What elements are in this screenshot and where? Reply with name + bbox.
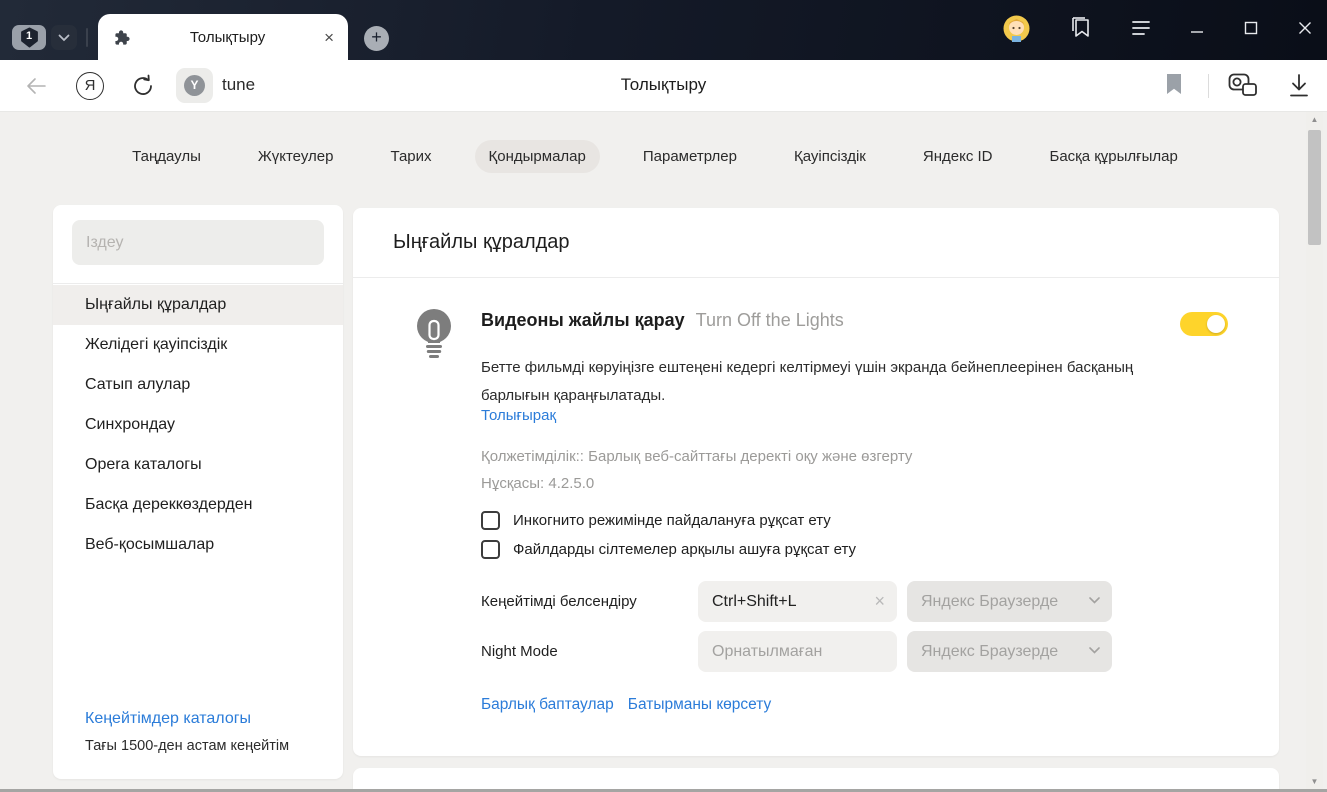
profile-avatar[interactable] xyxy=(1003,15,1030,42)
puzzle-icon xyxy=(114,29,131,46)
page-title: Толықтыру xyxy=(0,75,1327,95)
titlebar-divider xyxy=(86,28,88,47)
checkbox-label: Инкогнито режимінде пайдалануға рұқсат е… xyxy=(513,512,831,529)
shortcut-value: Ctrl+Shift+L xyxy=(712,593,796,610)
tab-list-dropdown-button[interactable] xyxy=(51,25,77,50)
nav-item-addons[interactable]: Қондырмалар xyxy=(475,140,600,173)
menu-icon[interactable] xyxy=(1131,20,1151,36)
tab-close-icon[interactable]: × xyxy=(324,29,334,46)
search-input[interactable] xyxy=(72,220,324,265)
sidebar-item-opera-catalog[interactable]: Opera каталогы xyxy=(53,445,343,485)
extension-name: Видеоны жайлы қарау xyxy=(481,310,685,331)
show-button-link[interactable]: Батырманы көрсету xyxy=(628,696,772,714)
sidebar-item-shopping[interactable]: Сатып алулар xyxy=(53,365,343,405)
incognito-checkbox-row[interactable]: Инкогнито режимінде пайдалануға рұқсат е… xyxy=(481,511,831,530)
checkbox-icon[interactable] xyxy=(481,511,500,530)
toolbar: Я Y tune Толықтыру xyxy=(0,60,1327,112)
section-divider xyxy=(353,277,1279,278)
section-title: Ыңғайлы құралдар xyxy=(393,231,570,254)
checkbox-label: Файлдарды сілтемелер арқылы ашуға рұқсат… xyxy=(513,541,856,558)
catalog-note: Тағы 1500-ден астам кеңейтім xyxy=(85,738,289,754)
scrollbar[interactable]: ▲ ▼ xyxy=(1306,112,1323,792)
tab-count: 1 xyxy=(26,30,32,42)
all-settings-link[interactable]: Барлық баптаулар xyxy=(481,696,614,714)
chevron-down-icon xyxy=(1089,647,1100,654)
sidebar-item-other-sources[interactable]: Басқа дереккөздерден xyxy=(53,485,343,525)
browser-tab[interactable]: Толықтыру × xyxy=(98,14,348,60)
file-links-checkbox-row[interactable]: Файлдарды сілтемелер арқылы ашуға рұқсат… xyxy=(481,540,856,559)
scroll-down-icon[interactable]: ▼ xyxy=(1306,777,1323,786)
scroll-up-icon[interactable]: ▲ xyxy=(1306,115,1323,124)
shortcut-scope-select-activate[interactable]: Яндекс Браузерде xyxy=(907,581,1112,622)
settings-nav: Таңдаулы Жүктеулер Тарих Қондырмалар Пар… xyxy=(0,140,1310,173)
titlebar: 1 Толықтыру × + xyxy=(0,0,1327,60)
extension-version: Нұсқасы: 4.2.5.0 xyxy=(481,475,594,492)
new-tab-button[interactable]: + xyxy=(364,26,389,51)
tab-counter-button[interactable]: 1 xyxy=(12,25,46,50)
sidebar-item-network-security[interactable]: Желідегі қауіпсіздік xyxy=(53,325,343,365)
shortcut-scope-select-night-mode[interactable]: Яндекс Браузерде xyxy=(907,631,1112,672)
bookmark-icon[interactable] xyxy=(1166,74,1182,100)
checkbox-icon[interactable] xyxy=(481,540,500,559)
toolbar-divider xyxy=(1208,74,1209,98)
nav-item-downloads[interactable]: Жүктеулер xyxy=(244,140,348,173)
nav-item-other-devices[interactable]: Басқа құрылғылар xyxy=(1035,140,1191,173)
chevron-down-icon xyxy=(1089,597,1100,604)
scope-value: Яндекс Браузерде xyxy=(921,643,1058,660)
nav-item-settings[interactable]: Параметрлер xyxy=(629,140,751,173)
extensions-section-card: Ыңғайлы құралдар Видеоны жайлы қарау Tur… xyxy=(353,208,1279,756)
shortcut-label-activate: Кеңейтімді белсендіру xyxy=(481,581,637,622)
nav-item-favorites[interactable]: Таңдаулы xyxy=(118,140,215,173)
titlebar-actions xyxy=(1003,10,1313,46)
clear-icon[interactable]: × xyxy=(874,581,885,622)
minimize-button[interactable] xyxy=(1189,20,1205,36)
extension-toggle[interactable] xyxy=(1180,312,1228,336)
shortcut-placeholder: Орнатылмаған xyxy=(712,643,822,660)
shortcut-input-activate[interactable]: Ctrl+Shift+L × xyxy=(698,581,897,622)
chevron-down-icon xyxy=(58,34,70,42)
scrollbar-thumb[interactable] xyxy=(1308,130,1321,245)
extension-title-row: Видеоны жайлы қарау Turn Off the Lights xyxy=(481,310,844,331)
extension-access: Қолжетімділік:: Барлық веб-сайттағы дере… xyxy=(481,448,912,465)
shortcut-label-night-mode: Night Mode xyxy=(481,631,558,672)
close-button[interactable] xyxy=(1297,20,1313,36)
download-icon[interactable] xyxy=(1287,73,1311,104)
sidebar-item-convenient-tools[interactable]: Ыңғайлы құралдар xyxy=(53,285,343,325)
more-link[interactable]: Толығырақ xyxy=(481,407,556,424)
collections-icon[interactable] xyxy=(1068,17,1093,40)
sidebar-item-web-apps[interactable]: Веб-қосымшалар xyxy=(53,525,343,565)
nav-item-yandex-id[interactable]: Яндекс ID xyxy=(909,140,1007,173)
maximize-button[interactable] xyxy=(1243,20,1259,36)
extension-original-name: Turn Off the Lights xyxy=(696,310,844,331)
sidebar-item-sync[interactable]: Синхрондау xyxy=(53,405,343,445)
nav-item-security[interactable]: Қауіпсіздік xyxy=(780,140,880,173)
extension-description: Бетте фильмді көруіңізге ештеңені кедерг… xyxy=(481,354,1136,410)
sidebar: Ыңғайлы құралдар Желідегі қауіпсіздік Са… xyxy=(53,205,343,779)
tab-title: Толықтыру xyxy=(131,29,324,46)
browser-window: 1 Толықтыру × + xyxy=(0,0,1327,792)
extension-footer-links: Барлық баптаулар Батырманы көрсету xyxy=(481,696,771,714)
sidebar-list: Ыңғайлы құралдар Желідегі қауіпсіздік Са… xyxy=(53,285,343,565)
shortcut-input-night-mode[interactable]: Орнатылмаған xyxy=(698,631,897,672)
extensions-catalog-link[interactable]: Кеңейтімдер каталогы xyxy=(85,710,251,728)
toggle-knob xyxy=(1207,315,1225,333)
nav-item-history[interactable]: Тарих xyxy=(376,140,445,173)
extension-lamp-icon[interactable] xyxy=(1228,73,1260,104)
page-content: Таңдаулы Жүктеулер Тарих Қондырмалар Пар… xyxy=(0,112,1327,792)
lightbulb-icon xyxy=(403,302,465,369)
scope-value: Яндекс Браузерде xyxy=(921,593,1058,610)
sidebar-divider xyxy=(53,283,343,284)
